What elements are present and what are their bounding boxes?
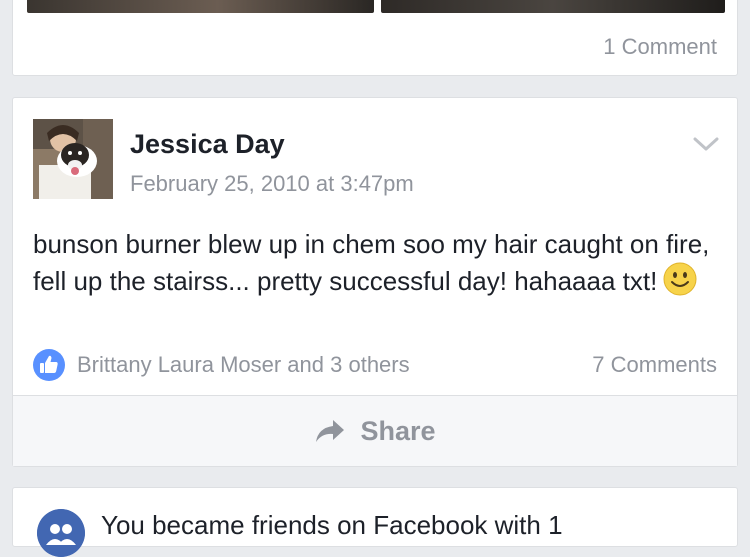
reactions-summary[interactable]: Brittany Laura Moser and 3 others: [77, 352, 410, 378]
author-avatar[interactable]: [33, 119, 113, 199]
share-label: Share: [360, 415, 436, 446]
share-button[interactable]: Share: [13, 396, 737, 466]
post-photo[interactable]: [27, 0, 374, 13]
share-arrow-icon: [316, 420, 345, 442]
friendship-story-text: You became friends on Facebook with 1: [101, 510, 563, 540]
comments-count-link[interactable]: 1 Comment: [603, 34, 717, 60]
post-text: bunson burner blew up in chem soo my hai…: [33, 229, 710, 296]
friends-icon: [37, 509, 85, 557]
post-photo[interactable]: [381, 0, 725, 13]
smiley-face-icon: [663, 262, 697, 296]
avatar-photo: [33, 119, 113, 199]
friendship-story-card[interactable]: You became friends on Facebook with 1: [12, 487, 738, 557]
post-body: bunson burner blew up in chem soo my hai…: [33, 226, 723, 299]
post-actions-bar: Share: [13, 395, 737, 466]
comments-count-link[interactable]: 7 Comments: [592, 352, 717, 378]
previous-post-card: 1 Comment: [12, 0, 738, 76]
chevron-down-icon[interactable]: [693, 136, 719, 152]
post-timestamp[interactable]: February 25, 2010 at 3:47pm: [130, 171, 414, 197]
post-card: Jessica Day February 25, 2010 at 3:47pm …: [12, 97, 738, 467]
like-icon[interactable]: [33, 349, 65, 381]
author-name[interactable]: Jessica Day: [130, 129, 285, 160]
